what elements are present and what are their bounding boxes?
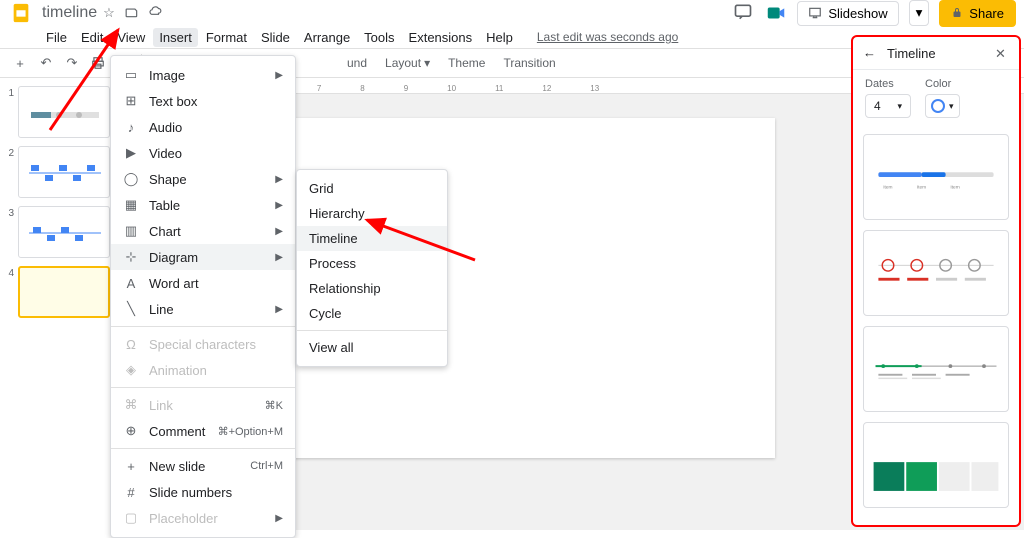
background-button[interactable]: und [339,53,375,73]
document-title[interactable]: timeline [42,4,97,22]
menu-edit[interactable]: Edit [75,28,109,47]
menu-item-placeholder: ▢Placeholder▶ [111,505,295,531]
menu-help[interactable]: Help [480,28,519,47]
redo-button[interactable]: ↷ [60,51,84,75]
menu-tools[interactable]: Tools [358,28,400,47]
slides-logo[interactable] [8,0,34,26]
menu-item-new-slide[interactable]: +New slideCtrl+M [111,453,295,479]
link-icon: ⌘ [123,397,139,413]
diagram-submenu: GridHierarchyTimelineProcessRelationship… [296,169,448,367]
menu-item-line[interactable]: ╲Line▶ [111,296,295,322]
submenu-item-view-all[interactable]: View all [297,335,447,360]
sidepanel-title: Timeline [887,46,987,61]
close-icon[interactable]: ✕ [995,46,1009,60]
template-3[interactable] [863,326,1009,412]
template-4[interactable] [863,422,1009,508]
slidenum-icon: # [123,484,139,500]
star-icon[interactable]: ☆ [103,5,119,21]
slideshow-caret[interactable]: ▾ [909,0,930,26]
template-list: Item Item Item [853,126,1019,516]
wordart-icon: A [123,275,139,291]
animation-icon: ◈ [123,362,139,378]
transition-button[interactable]: Transition [495,53,563,73]
menu-file[interactable]: File [40,28,73,47]
thumbnail-1[interactable] [18,86,110,138]
submenu-item-grid[interactable]: Grid [297,176,447,201]
svg-text:Item: Item [883,185,892,191]
move-icon[interactable] [125,5,141,21]
menu-item-chart[interactable]: ▥Chart▶ [111,218,295,244]
chart-icon: ▥ [123,223,139,239]
menu-insert[interactable]: Insert [153,28,198,47]
menu-item-special-characters: ΩSpecial characters [111,331,295,357]
last-edit[interactable]: Last edit was seconds ago [531,28,684,46]
menu-item-word-art[interactable]: AWord art [111,270,295,296]
menu-item-slide-numbers[interactable]: #Slide numbers [111,479,295,505]
menu-item-table[interactable]: ▦Table▶ [111,192,295,218]
undo-button[interactable]: ↶ [34,51,58,75]
image-icon: ▭ [123,67,139,83]
submenu-item-timeline[interactable]: Timeline [297,226,447,251]
share-label: Share [969,6,1004,21]
color-label: Color [925,78,960,90]
dates-label: Dates [865,78,911,90]
print-button[interactable] [86,51,110,75]
comments-icon[interactable] [733,2,755,24]
color-select[interactable]: ▾ [925,94,960,118]
submenu-item-relationship[interactable]: Relationship [297,276,447,301]
title-bar: timeline ☆ Slideshow ▾ Share [0,0,1024,26]
thumbnail-4[interactable] [18,266,110,318]
line-icon: ╲ [123,301,139,317]
menu-item-comment[interactable]: ⊕Comment⌘+Option+M [111,418,295,444]
menu-extensions[interactable]: Extensions [403,28,479,47]
newslide-icon: + [123,458,139,474]
submenu-item-process[interactable]: Process [297,251,447,276]
menu-item-video[interactable]: ▶Video [111,140,295,166]
audio-icon: ♪ [123,119,139,135]
menu-slide[interactable]: Slide [255,28,296,47]
placeholder-icon: ▢ [123,510,139,526]
svg-text:Item: Item [950,185,959,191]
theme-button[interactable]: Theme [440,53,493,73]
menu-item-shape[interactable]: ◯Shape▶ [111,166,295,192]
menu-item-text-box[interactable]: ⊞Text box [111,88,295,114]
menu-item-link: ⌘Link⌘K [111,392,295,418]
new-slide-button[interactable]: + [8,51,32,75]
cloud-status-icon[interactable] [147,5,163,21]
diagram-icon: ⊹ [123,249,139,265]
thumbnail-2[interactable] [18,146,110,198]
thumbnail-3[interactable] [18,206,110,258]
svg-text:Item: Item [917,185,926,191]
meet-icon[interactable] [765,2,787,24]
shape-icon: ◯ [123,171,139,187]
special-icon: Ω [123,336,139,352]
menu-item-diagram[interactable]: ⊹Diagram▶ [111,244,295,270]
menu-format[interactable]: Format [200,28,253,47]
comment-icon: ⊕ [123,423,139,439]
menu-view[interactable]: View [111,28,151,47]
menu-item-animation: ◈Animation [111,357,295,383]
template-2[interactable] [863,230,1009,316]
menu-item-image[interactable]: ▭Image▶ [111,62,295,88]
dates-select[interactable]: 4▾ [865,94,911,118]
video-icon: ▶ [123,145,139,161]
back-arrow-icon[interactable]: ← [863,45,879,61]
layout-button[interactable]: Layout▾ [377,53,438,73]
share-button[interactable]: Share [939,0,1016,27]
insert-menu-dropdown: ▭Image▶⊞Text box♪Audio▶Video◯Shape▶▦Tabl… [110,55,296,538]
textbox-icon: ⊞ [123,93,139,109]
template-1[interactable]: Item Item Item [863,134,1009,220]
menu-item-audio[interactable]: ♪Audio [111,114,295,140]
submenu-item-hierarchy[interactable]: Hierarchy [297,201,447,226]
slideshow-button[interactable]: Slideshow [797,1,898,26]
slideshow-label: Slideshow [828,6,887,21]
menu-arrange[interactable]: Arrange [298,28,356,47]
timeline-sidepanel: ← Timeline ✕ Dates 4▾ Color ▾ ItemItemIt… [851,35,1021,527]
table-icon: ▦ [123,197,139,213]
submenu-item-cycle[interactable]: Cycle [297,301,447,326]
slide-thumbnails: 1 2 3 4 [0,78,115,530]
